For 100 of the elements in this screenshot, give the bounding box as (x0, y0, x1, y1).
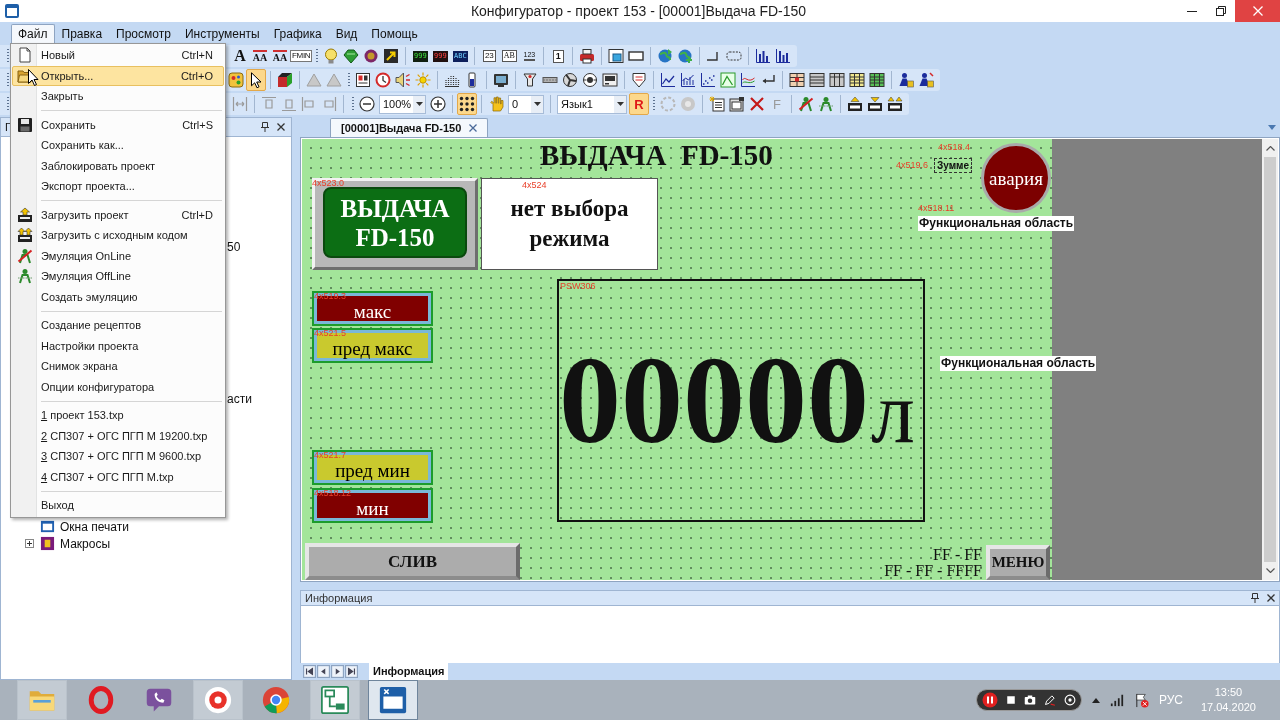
cube-icon[interactable] (277, 72, 293, 88)
table-icon[interactable] (809, 72, 825, 88)
dropdown-arrow-icon[interactable] (533, 102, 541, 106)
toolbar-button[interactable]: 23 (479, 45, 500, 67)
tree-item[interactable]: Макросы (60, 534, 111, 553)
machine-icon[interactable] (602, 72, 618, 88)
device-download-icon[interactable] (867, 96, 883, 112)
panel-icon[interactable] (355, 72, 371, 88)
menu-item[interactable]: Инструменты (177, 24, 267, 43)
menu-item[interactable]: Создать эмуляцию (12, 286, 224, 307)
cross-icon[interactable] (749, 96, 765, 112)
dropdown[interactable]: 100% (379, 94, 426, 114)
rounded-rectangle-icon[interactable] (726, 48, 743, 64)
person-icon[interactable] (918, 72, 934, 88)
menu-item[interactable]: Правка (54, 24, 110, 43)
menu-item[interactable]: Настройки проекта (12, 335, 224, 356)
signal-bars-icon[interactable] (1109, 693, 1124, 707)
toolbar-button[interactable]: AB (499, 45, 520, 67)
tree-item[interactable]: асти (227, 389, 252, 408)
dropdown-arrow-icon[interactable] (415, 102, 423, 106)
rectangle-icon[interactable] (628, 48, 645, 64)
vertical-scrollbar[interactable] (1262, 139, 1278, 580)
menu-item[interactable]: Выход (12, 495, 224, 516)
chevron-up-icon[interactable] (1265, 146, 1275, 151)
document-tab[interactable]: [00001]Выдача FD-150 (330, 118, 489, 137)
menu-item[interactable]: Открыть... Ctrl+O (12, 65, 224, 86)
scrollbar-thumb[interactable] (1264, 157, 1276, 562)
table-icon[interactable] (869, 72, 885, 88)
minimize-icon[interactable] (1186, 10, 1197, 12)
previous-icon[interactable] (317, 665, 330, 678)
flag-icon[interactable] (1133, 692, 1149, 708)
speaker-icon[interactable] (395, 72, 411, 88)
table-icon[interactable] (849, 72, 865, 88)
close-icon[interactable] (277, 123, 285, 131)
scatter-chart-icon[interactable] (700, 72, 716, 88)
zoom-in-icon[interactable] (430, 96, 446, 112)
figure-icon[interactable] (798, 96, 814, 112)
panel-tab[interactable]: Информация (369, 663, 449, 680)
menu-item[interactable]: Эмуляция OnLine (12, 245, 224, 266)
next-icon[interactable] (331, 665, 344, 678)
bar-chart-icon[interactable] (775, 48, 792, 64)
taskbar-button[interactable] (368, 680, 418, 720)
tree-item[interactable]: Окна печати (60, 517, 129, 536)
shield-icon[interactable] (631, 72, 647, 88)
menu-item[interactable]: Просмотр (109, 24, 178, 43)
picture-icon[interactable] (608, 48, 625, 64)
wheel-icon[interactable] (582, 72, 598, 88)
menu-item[interactable]: Графика (266, 24, 329, 43)
last-page-icon[interactable] (345, 665, 358, 678)
menu-item[interactable]: Сохранить как... (12, 135, 224, 156)
pause-icon[interactable] (981, 692, 998, 708)
segmented-circle-icon[interactable] (262, 686, 290, 714)
app-icon[interactable] (4, 3, 20, 19)
valve-icon[interactable] (522, 72, 538, 88)
menu-item[interactable]: Заблокировать проект (12, 155, 224, 176)
expand-icon[interactable] (25, 539, 34, 548)
bar-chart-icon[interactable] (755, 48, 772, 64)
gem-icon[interactable] (343, 48, 360, 64)
lamp-icon[interactable] (323, 48, 340, 64)
menu-item[interactable]: Закрыть (12, 86, 224, 107)
menu-item[interactable]: Снимок экрана (12, 356, 224, 377)
chevron-up-icon[interactable] (1091, 697, 1100, 703)
table-icon[interactable] (829, 72, 845, 88)
zoom-out-icon[interactable] (359, 96, 375, 112)
pin-icon[interactable] (261, 122, 269, 132)
dropdown[interactable]: 0 (508, 94, 544, 114)
menu-item[interactable]: Новый Ctrl+N (12, 45, 224, 66)
toolbar-button[interactable] (246, 69, 266, 91)
new-document-icon[interactable] (709, 96, 725, 112)
pen-icon[interactable] (1043, 694, 1056, 706)
ring-icon[interactable] (363, 48, 380, 64)
device-upload-icon[interactable] (887, 96, 903, 112)
restore-icon[interactable] (1215, 6, 1226, 16)
globe-icon[interactable] (677, 48, 694, 64)
first-page-icon[interactable] (303, 665, 316, 678)
camera-icon[interactable] (1023, 694, 1036, 706)
menu-item[interactable]: Помощь (364, 24, 425, 43)
close-icon[interactable] (1267, 594, 1275, 602)
tree-item[interactable]: 50 (227, 237, 241, 256)
menu-item[interactable]: Экспорт проекта... (12, 176, 224, 197)
line-chart-icon[interactable] (680, 72, 696, 88)
menu-item[interactable]: Загрузить с исходным кодом (12, 225, 224, 246)
hand-icon[interactable] (488, 96, 504, 112)
menu-item[interactable]: 3 СП307 + ОГС ПГП М 9600.txp (12, 446, 224, 467)
toolbar-button[interactable]: AA (250, 45, 270, 67)
table-icon[interactable] (789, 72, 805, 88)
stop-icon[interactable] (1005, 695, 1016, 705)
menu-item[interactable]: Сохранить Ctrl+S (12, 114, 224, 135)
menu-item[interactable]: 4 СП307 + ОГС ПГП М.txp (12, 466, 224, 487)
document-icon[interactable] (729, 96, 745, 112)
menu-item[interactable]: Создание рецептов (12, 315, 224, 336)
device-upload-icon[interactable] (847, 96, 863, 112)
toolbar-button[interactable]: AA (270, 45, 290, 67)
person-icon[interactable] (898, 72, 914, 88)
printer-icon[interactable] (579, 48, 596, 64)
toolbar-button[interactable] (457, 93, 477, 115)
monitor-icon[interactable] (493, 72, 509, 88)
fan-icon[interactable] (562, 72, 578, 88)
line-chart-icon[interactable] (740, 72, 756, 88)
menu-item[interactable]: 2 СП307 + ОГС ПГП М 19200.txp (12, 425, 224, 446)
